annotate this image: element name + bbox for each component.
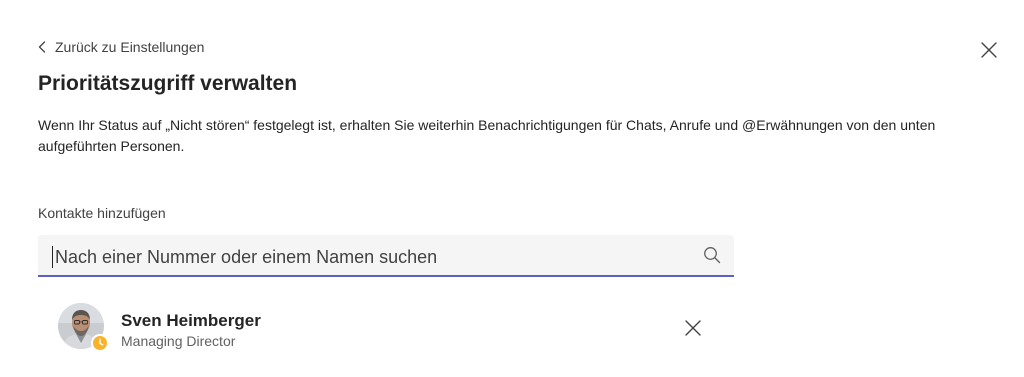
remove-contact-button[interactable]	[683, 318, 703, 338]
add-contacts-label: Kontakte hinzufügen	[38, 205, 166, 221]
page-title: Prioritätszugriff verwalten	[38, 72, 298, 95]
contact-name: Sven Heimberger	[121, 311, 261, 330]
contact-search-box[interactable]	[38, 235, 734, 277]
page-description: Wenn Ihr Status auf „Nicht stören“ festg…	[38, 117, 936, 154]
back-link-label: Zurück zu Einstellungen	[55, 39, 205, 55]
close-icon	[683, 320, 703, 342]
priority-access-page: Zurück zu Einstellungen Prioritätszugrif…	[0, 0, 1024, 377]
search-icon[interactable]	[703, 246, 721, 264]
chevron-left-icon	[38, 41, 46, 53]
contact-role: Managing Director	[121, 333, 236, 349]
contact-search-input[interactable]	[52, 246, 672, 268]
avatar	[58, 303, 109, 352]
contact-list-item: Sven Heimberger Managing Director	[58, 303, 718, 353]
close-icon[interactable]	[979, 40, 999, 60]
back-to-settings-link[interactable]: Zurück zu Einstellungen	[38, 38, 204, 56]
status-away-badge	[91, 334, 109, 352]
